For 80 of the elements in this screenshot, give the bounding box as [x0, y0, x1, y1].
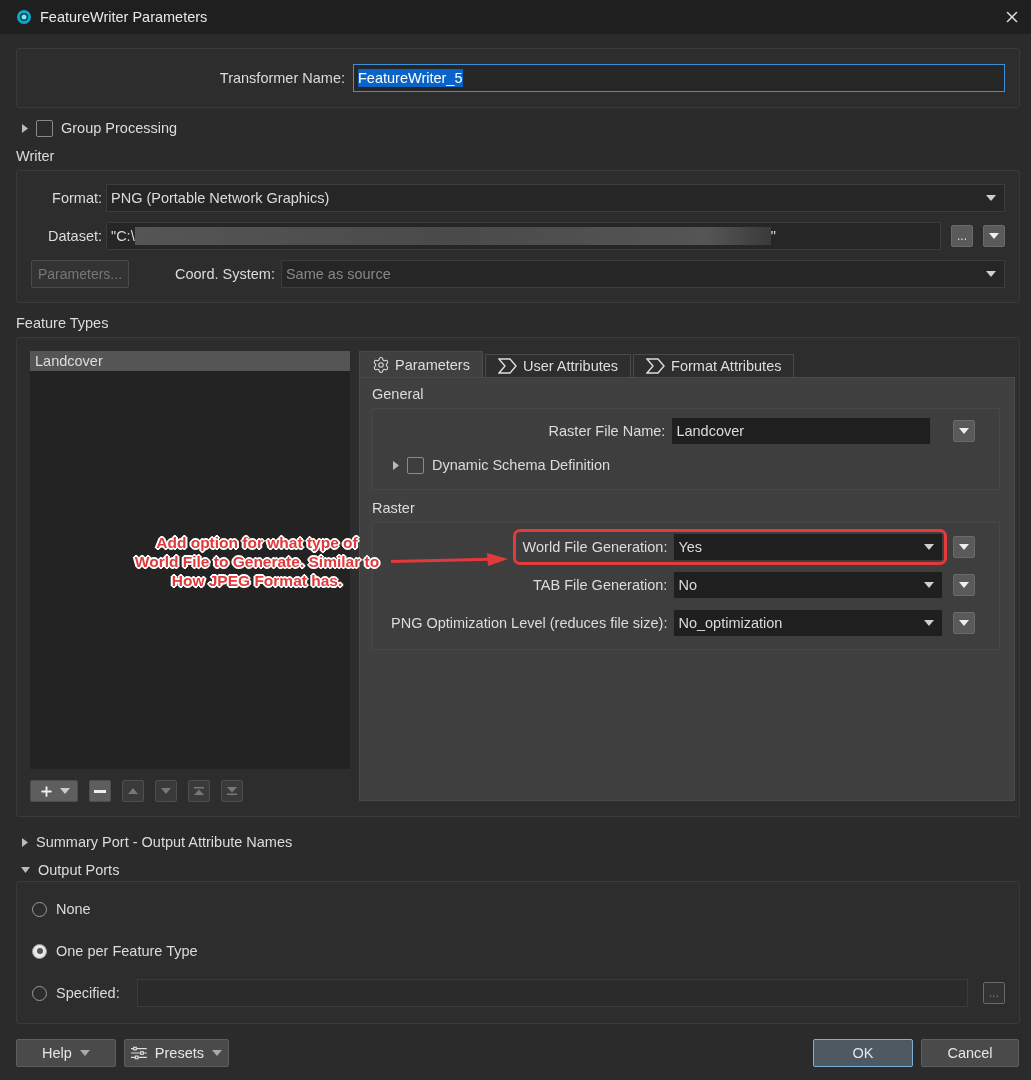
radio-button[interactable] — [32, 943, 47, 959]
browse-button[interactable]: ... — [951, 225, 973, 247]
section-title: General — [372, 386, 425, 404]
ok-button[interactable]: OK — [813, 1039, 913, 1067]
move-top-button[interactable] — [188, 780, 210, 802]
caret-icon — [959, 620, 970, 626]
move-up-button[interactable] — [122, 780, 144, 802]
caret-icon — [924, 582, 935, 588]
expand-arrow-icon[interactable] — [22, 123, 28, 133]
checkbox-label: Group Processing — [61, 120, 178, 136]
section-title: Feature Types — [16, 314, 110, 333]
dataset-field[interactable]: "C:\ " — [106, 222, 941, 250]
caret-icon — [959, 582, 970, 588]
sigma-icon — [497, 358, 518, 374]
move-bottom-button[interactable] — [221, 780, 243, 802]
collapse-arrow-icon[interactable] — [21, 867, 30, 873]
caret-icon — [986, 271, 996, 277]
options-dropdown-button[interactable] — [953, 536, 976, 558]
sigma-icon — [646, 358, 667, 374]
sliders-icon — [131, 1046, 147, 1060]
down-arrow-icon — [161, 788, 171, 794]
move-bottom-icon — [227, 787, 237, 795]
checkbox[interactable] — [407, 456, 424, 474]
app-logo-icon — [16, 9, 32, 25]
up-arrow-icon — [128, 788, 138, 794]
caret-icon — [924, 544, 935, 550]
radio-label: None — [56, 901, 91, 917]
section-title: Raster — [372, 499, 416, 518]
minus-icon — [94, 789, 106, 793]
field-label: Transformer Name: — [219, 70, 345, 86]
window-title: FeatureWriter Parameters — [40, 9, 209, 25]
value-dropdown[interactable]: Yes — [673, 533, 944, 561]
caret-icon — [959, 428, 970, 434]
checkbox[interactable] — [36, 119, 53, 137]
format-dropdown[interactable]: PNG (Portable Network Graphics) — [106, 184, 1005, 212]
expand-arrow-icon[interactable] — [393, 460, 399, 470]
presets-button[interactable]: Presets — [124, 1039, 229, 1067]
raster-file-name-field[interactable]: Landcover — [671, 417, 932, 445]
field-label: Dataset: — [47, 228, 102, 244]
help-button[interactable]: Help — [16, 1039, 116, 1067]
remove-button[interactable] — [89, 780, 111, 802]
caret-icon — [924, 620, 935, 626]
caret-icon — [989, 233, 999, 239]
caret-icon — [79, 1050, 90, 1056]
checkbox-label: Dynamic Schema Definition — [432, 457, 611, 473]
caret-icon — [986, 195, 996, 201]
field-label: World File Generation: — [522, 539, 668, 555]
options-dropdown-button[interactable] — [953, 574, 976, 596]
tab[interactable]: User Attributes — [484, 354, 632, 377]
section-title: Writer — [16, 148, 56, 166]
cancel-button[interactable]: Cancel — [921, 1039, 1019, 1067]
field-label: Raster File Name: — [548, 423, 666, 439]
tab[interactable]: Format Attributes — [633, 354, 795, 377]
move-down-button[interactable] — [155, 780, 177, 802]
field-label: Coord. System: — [175, 266, 275, 282]
list-item[interactable]: Landcover — [30, 351, 350, 371]
field-label: PNG Optimization Level (reduces file size): — [391, 615, 668, 631]
value-dropdown[interactable]: No_optimization — [673, 609, 944, 637]
radio-label: One per Feature Type — [56, 943, 198, 959]
caret-icon — [59, 788, 70, 794]
expand-arrow-icon[interactable] — [22, 837, 28, 847]
section-header[interactable]: Output Ports — [38, 862, 120, 878]
options-dropdown-button[interactable] — [953, 420, 976, 442]
caret-icon — [212, 1050, 222, 1056]
value-dropdown[interactable]: No — [673, 571, 944, 599]
coord-system-dropdown[interactable]: Same as source — [280, 260, 1005, 288]
plus-icon — [38, 783, 54, 799]
field-label: Format: — [51, 190, 102, 206]
transformer-name-field[interactable]: FeatureWriter_5 — [353, 64, 1005, 92]
section-header[interactable]: Summary Port - Output Attribute Names — [36, 834, 293, 850]
options-dropdown-button[interactable] — [983, 225, 1005, 247]
tab[interactable]: Parameters — [359, 351, 483, 377]
options-dropdown-button[interactable] — [953, 612, 976, 634]
move-top-icon — [194, 787, 204, 795]
add-button[interactable] — [30, 780, 78, 802]
annotation-note: Add option for what type of World File to Generate. Similar to How JPEG Format has. — [133, 533, 381, 590]
settings-icon — [372, 355, 390, 374]
radio-label: Specified: — [56, 985, 120, 1001]
caret-icon — [959, 544, 970, 550]
field-label: TAB File Generation: — [533, 577, 668, 593]
